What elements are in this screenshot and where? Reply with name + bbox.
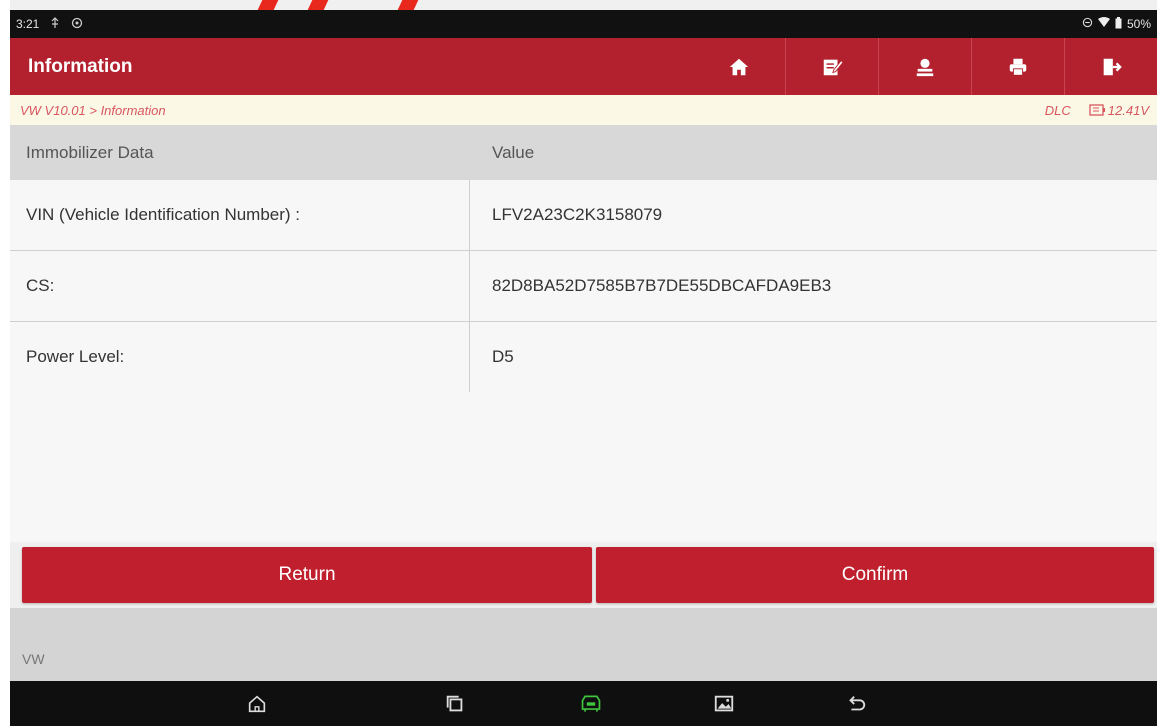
row-value: LFV2A23C2K3158079 bbox=[492, 205, 663, 224]
breadcrumb: VW V10.01 > Information DLC 12.41V bbox=[10, 95, 1157, 125]
wifi-icon bbox=[1097, 17, 1110, 31]
brand-label: VW bbox=[22, 651, 45, 667]
back-icon bbox=[849, 696, 866, 711]
confirm-button[interactable]: Confirm bbox=[596, 547, 1154, 603]
edit-button[interactable] bbox=[785, 38, 878, 95]
voltage-value: 12.41V bbox=[1107, 102, 1149, 118]
nav-vci-button[interactable] bbox=[578, 691, 604, 717]
connector-label: DLC bbox=[1044, 102, 1071, 118]
table-row[interactable]: CS: 82D8BA52D7585B7B7DE55DBCAFDA9EB3 bbox=[10, 251, 1157, 322]
print-button[interactable] bbox=[971, 38, 1064, 95]
battery-icon bbox=[1115, 16, 1122, 32]
recents-icon bbox=[446, 695, 463, 712]
nav-home-button[interactable] bbox=[244, 691, 270, 717]
exit-button[interactable] bbox=[1064, 38, 1157, 95]
battery-voltage-icon bbox=[1089, 104, 1105, 116]
row-label: CS: bbox=[10, 251, 470, 321]
footer: VW bbox=[10, 608, 1157, 681]
notification-icon bbox=[71, 17, 83, 32]
image-icon bbox=[714, 695, 734, 712]
table-row[interactable]: Power Level: D5 bbox=[10, 322, 1157, 393]
home-button[interactable] bbox=[693, 38, 785, 95]
table-header: Immobilizer Data Value bbox=[10, 125, 1157, 180]
header-data: Immobilizer Data bbox=[26, 142, 154, 162]
breadcrumb-path: VW V10.01 > Information bbox=[20, 102, 166, 118]
battery-level: 50% bbox=[1126, 17, 1151, 31]
row-label: Power Level: bbox=[10, 322, 470, 392]
user-icon bbox=[916, 58, 934, 76]
navigation-bar bbox=[10, 681, 1157, 726]
return-button[interactable]: Return bbox=[22, 547, 592, 603]
row-value: 82D8BA52D7585B7B7DE55DBCAFDA9EB3 bbox=[492, 276, 832, 295]
voltage-readout: 12.41V bbox=[1089, 103, 1149, 118]
nav-recents-button[interactable] bbox=[442, 691, 468, 717]
usb-icon bbox=[49, 16, 61, 32]
sync-icon bbox=[1082, 17, 1093, 31]
nav-screenshot-button[interactable] bbox=[711, 691, 737, 717]
device-top-decoration bbox=[257, 0, 420, 10]
row-value: D5 bbox=[492, 347, 514, 366]
edit-icon bbox=[823, 59, 843, 75]
table-empty-area bbox=[10, 392, 1157, 542]
immobilizer-table: Immobilizer Data Value VIN (Vehicle Iden… bbox=[10, 125, 1157, 393]
car-connector-icon bbox=[581, 695, 601, 712]
table-row[interactable]: VIN (Vehicle Identification Number) : LF… bbox=[10, 180, 1157, 251]
home-icon bbox=[729, 58, 749, 75]
action-bar: Return Confirm bbox=[10, 542, 1157, 608]
nav-back-button[interactable] bbox=[843, 691, 869, 717]
user-button[interactable] bbox=[878, 38, 971, 95]
status-time: 3:21 bbox=[16, 17, 40, 31]
title-bar: Information bbox=[10, 38, 1157, 95]
screen-edge bbox=[0, 0, 10, 726]
row-label: VIN (Vehicle Identification Number) : bbox=[10, 180, 470, 250]
toolbar bbox=[693, 38, 1157, 95]
page-title: Information bbox=[28, 55, 133, 77]
header-value: Value bbox=[492, 142, 535, 162]
exit-icon bbox=[1103, 58, 1122, 75]
status-bar: 3:21 50% bbox=[10, 10, 1157, 38]
print-icon bbox=[1009, 58, 1027, 76]
home-outline-icon bbox=[248, 695, 266, 713]
